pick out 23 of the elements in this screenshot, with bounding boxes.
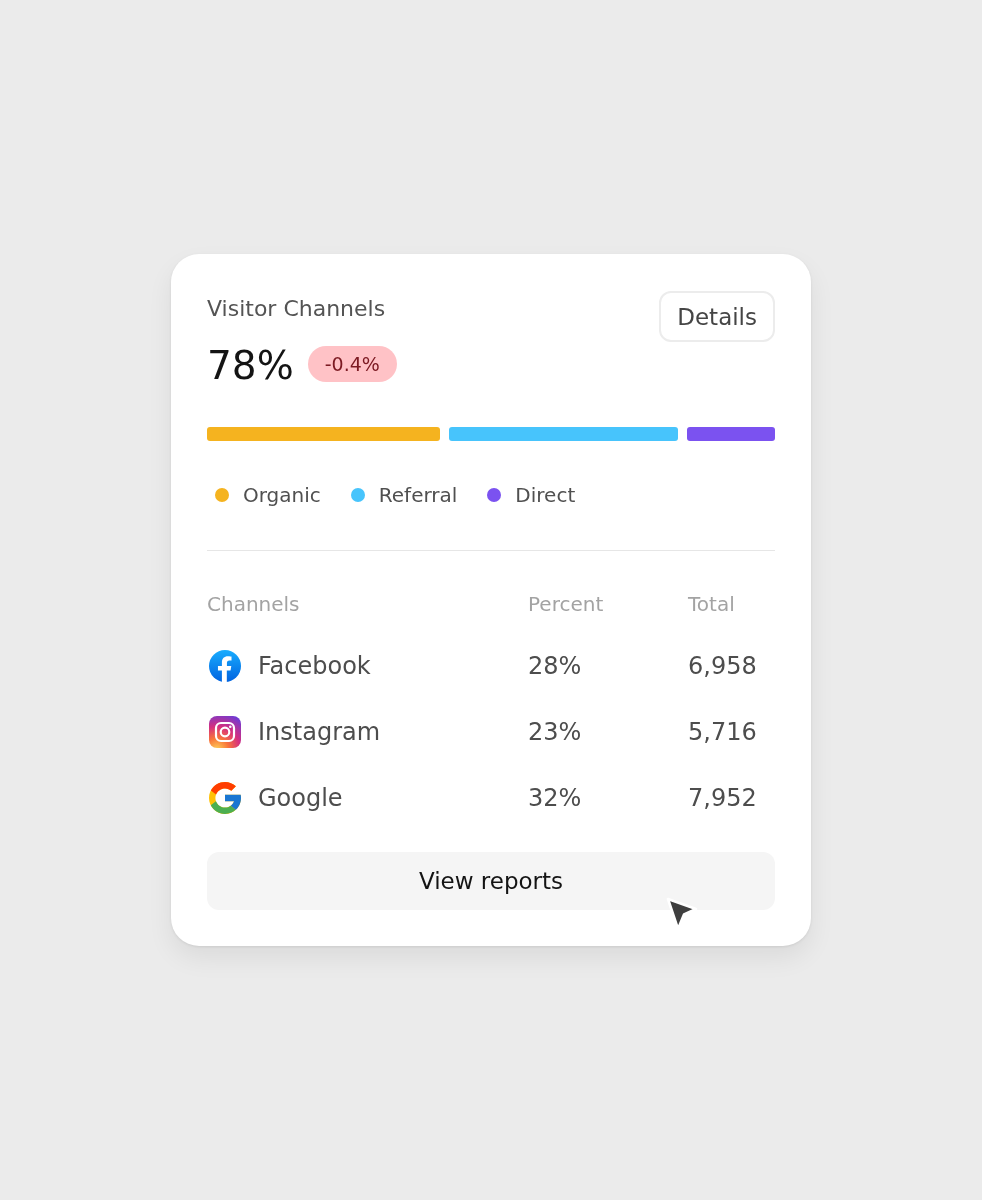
facebook-logo-icon [209, 650, 241, 682]
column-header: Total [688, 592, 735, 616]
channel-name: Google [258, 783, 343, 813]
total-cell: 6,958 [688, 651, 757, 681]
instagram-logo-icon [209, 716, 241, 748]
legend-label: Referral [378, 483, 458, 507]
legend-label: Direct [515, 483, 576, 507]
view-reports-button[interactable]: View reports [207, 852, 775, 910]
percent-cell: 23% [528, 717, 582, 747]
card-title: Visitor Channels [207, 295, 387, 323]
percent-cell: 32% [528, 783, 582, 813]
column-header: Percent [528, 592, 604, 616]
channel-name: Instagram [258, 717, 381, 747]
channel-name: Facebook [258, 651, 371, 681]
google-logo-icon [209, 782, 241, 814]
total-cell: 5,716 [688, 717, 757, 747]
details-button[interactable]: Details [659, 291, 775, 342]
visitor-percentage: 78% [207, 342, 294, 390]
legend-label: Organic [243, 483, 321, 507]
change-badge: -0.4% [307, 346, 397, 382]
column-header: Channels [207, 592, 300, 616]
percent-cell: 28% [528, 651, 582, 681]
total-cell: 7,952 [688, 783, 757, 813]
